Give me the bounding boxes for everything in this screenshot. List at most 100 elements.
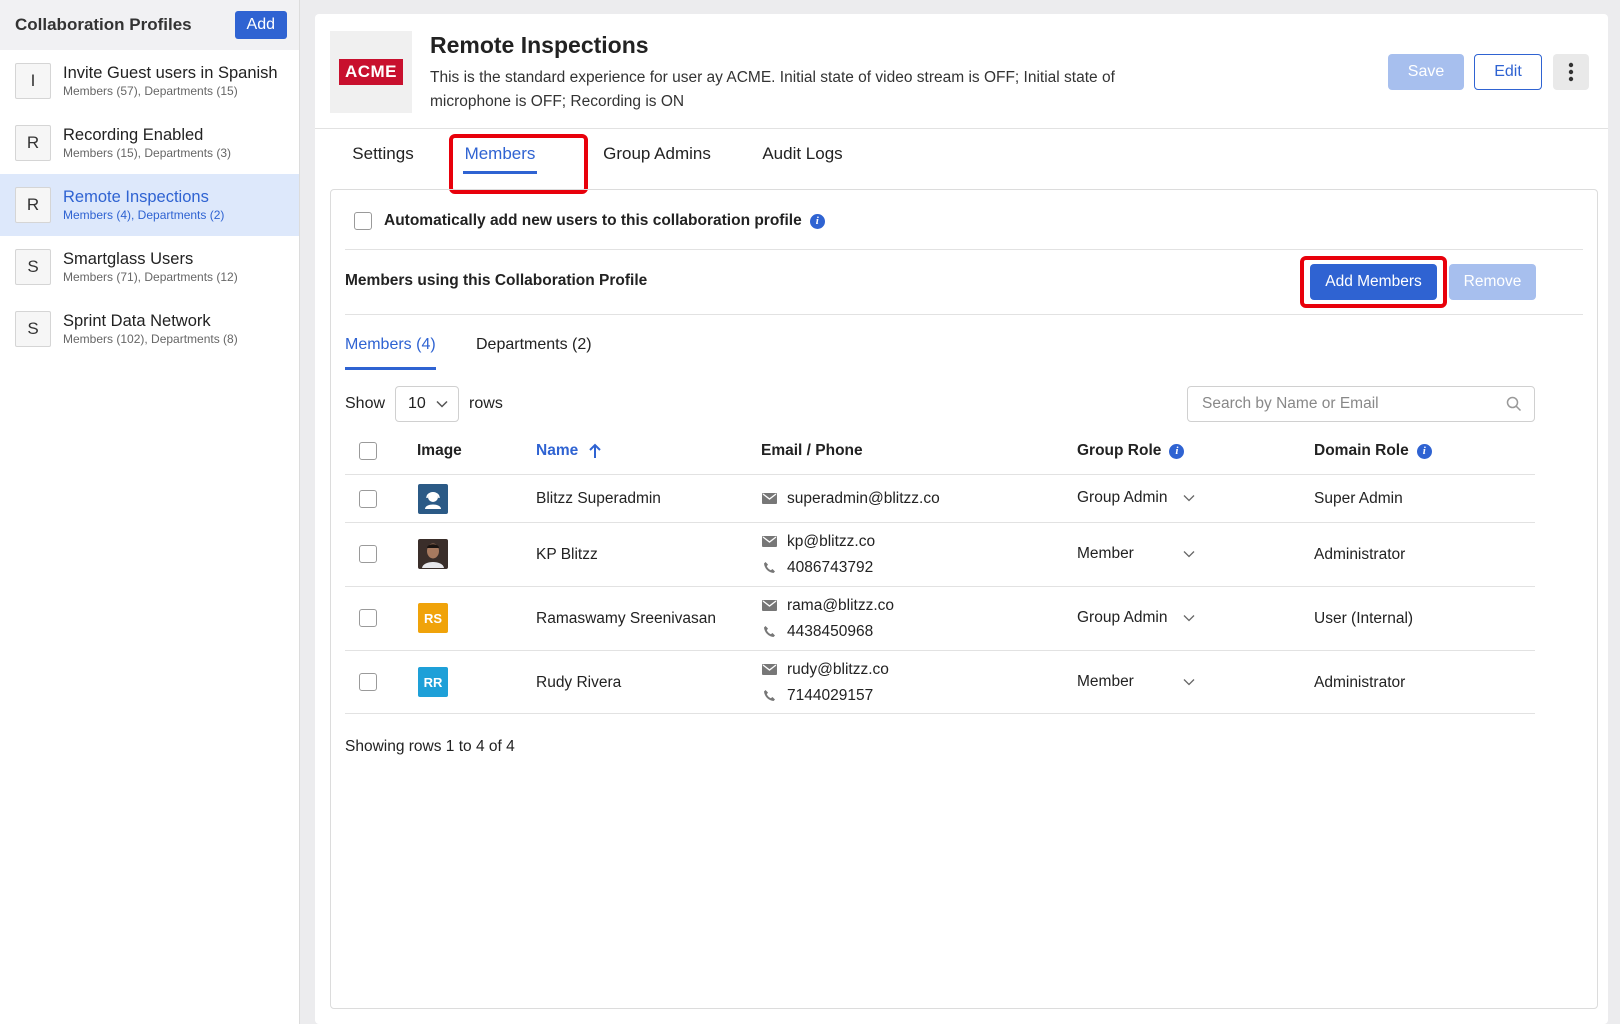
group-role-select[interactable]: Member — [1077, 673, 1195, 691]
domain-role: Super Admin — [1314, 489, 1403, 507]
members-panel: Automatically add new users to this coll… — [330, 189, 1598, 1009]
profile-name: Remote Inspections — [63, 188, 209, 206]
profile-counts: Members (71), Departments (12) — [63, 270, 238, 284]
sidebar-item-recording-enabled[interactable]: R Recording Enabled Members (15), Depart… — [0, 112, 299, 174]
sidebar-item-invite-guest[interactable]: I Invite Guest users in Spanish Members … — [0, 50, 299, 112]
member-phone: 4086743792 — [787, 558, 874, 576]
member-email: kp@blitzz.co — [787, 532, 876, 550]
select-all-header — [359, 428, 377, 474]
pagination-summary: Showing rows 1 to 4 of 4 — [345, 738, 515, 755]
chevron-down-icon — [1183, 551, 1195, 558]
profile-letter-badge: S — [15, 311, 51, 347]
group-role-value: Group Admin — [1077, 609, 1168, 626]
sidebar-header: Collaboration Profiles Add — [0, 0, 299, 50]
phone-icon — [761, 561, 777, 574]
profile-name: Sprint Data Network — [63, 312, 211, 330]
row-checkbox[interactable] — [359, 545, 377, 563]
row-checkbox[interactable] — [359, 673, 377, 691]
member-name: Blitzz Superadmin — [536, 489, 661, 507]
info-icon[interactable]: i — [809, 213, 825, 229]
group-role-select[interactable]: Group Admin — [1077, 609, 1195, 627]
profile-description: This is the standard experience for user… — [430, 69, 1115, 110]
tab-settings[interactable]: Settings — [348, 122, 418, 186]
chevron-down-icon — [436, 400, 448, 408]
profile-name: Recording Enabled — [63, 126, 204, 144]
auto-add-row: Automatically add new users to this coll… — [354, 212, 825, 230]
subtab-members-label: Members (4) — [345, 336, 436, 353]
rows-per-page-value: 10 — [408, 395, 426, 412]
info-icon[interactable]: i — [1169, 443, 1185, 459]
member-email: superadmin@blitzz.co — [787, 489, 940, 507]
search-box — [1187, 386, 1535, 422]
avatar: RS — [418, 603, 448, 633]
company-logo: ACME — [330, 31, 412, 113]
mail-icon — [761, 664, 777, 675]
sidebar-item-sprint-data-network[interactable]: S Sprint Data Network Members (102), Dep… — [0, 298, 299, 360]
rows-per-page-control: Show 10 rows — [345, 386, 503, 422]
column-header-name-label: Name — [536, 442, 579, 459]
sidebar-item-remote-inspections[interactable]: R Remote Inspections Members (4), Depart… — [0, 174, 299, 236]
row-checkbox[interactable] — [359, 609, 377, 627]
more-options-button[interactable] — [1553, 54, 1589, 90]
edit-button[interactable]: Edit — [1474, 54, 1542, 90]
save-button[interactable]: Save — [1388, 54, 1464, 90]
add-profile-button[interactable]: Add — [234, 11, 287, 39]
column-header-domain-role-label: Domain Role — [1314, 442, 1409, 459]
row-select — [359, 673, 377, 691]
column-header-group-role-label: Group Role — [1077, 442, 1162, 459]
search-input[interactable] — [1202, 395, 1492, 413]
profile-header: ACME Remote Inspections This is the stan… — [315, 14, 1608, 129]
phone-icon — [761, 689, 777, 702]
info-icon[interactable]: i — [1416, 443, 1432, 459]
kebab-menu-icon — [1568, 62, 1574, 82]
profile-counts: Members (4), Departments (2) — [63, 208, 225, 222]
table-row[interactable]: RR Rudy Rivera rudy@blitzz.co 7144029157… — [345, 650, 1535, 714]
group-role-select[interactable]: Member — [1077, 545, 1195, 563]
page-title: Remote Inspections — [430, 32, 649, 58]
phone-icon — [761, 625, 777, 638]
divider — [345, 249, 1583, 250]
member-email: rudy@blitzz.co — [787, 660, 889, 678]
profile-detail-card: ACME Remote Inspections This is the stan… — [315, 14, 1608, 1024]
member-email: rama@blitzz.co — [787, 596, 895, 614]
table-row[interactable]: RS Ramaswamy Sreenivasan rama@blitzz.co … — [345, 586, 1535, 650]
domain-role: Administrator — [1314, 545, 1406, 563]
group-role-select[interactable]: Group Admin — [1077, 489, 1195, 507]
select-all-checkbox[interactable] — [359, 442, 377, 460]
member-contact: rudy@blitzz.co 7144029157 — [761, 656, 889, 709]
show-label: Show — [345, 395, 386, 412]
subtab-members[interactable]: Members (4) — [345, 320, 436, 370]
profile-name: Smartglass Users — [63, 250, 194, 268]
chevron-down-icon — [1183, 679, 1195, 686]
group-role-value: Member — [1077, 673, 1134, 690]
rows-per-page-select[interactable]: 10 — [395, 386, 460, 422]
domain-role: User (Internal) — [1314, 609, 1414, 627]
group-role-value: Group Admin — [1077, 489, 1168, 506]
tab-group-admins[interactable]: Group Admins — [602, 122, 712, 186]
avatar: RR — [418, 667, 448, 697]
chevron-down-icon — [1183, 615, 1195, 622]
subtab-departments[interactable]: Departments (2) — [476, 320, 592, 370]
profile-letter-badge: I — [15, 63, 51, 99]
auto-add-checkbox[interactable] — [354, 212, 372, 230]
avatar — [418, 484, 448, 514]
sidebar-title: Collaboration Profiles — [15, 15, 192, 34]
tab-audit-logs[interactable]: Audit Logs — [760, 122, 845, 186]
search-icon[interactable] — [1506, 396, 1522, 412]
profile-counts: Members (15), Departments (3) — [63, 146, 232, 160]
auto-add-label: Automatically add new users to this coll… — [384, 212, 802, 229]
row-select — [359, 545, 377, 563]
active-subtab-indicator — [345, 367, 436, 370]
column-header-image: Image — [417, 442, 462, 459]
divider — [345, 314, 1583, 315]
remove-button[interactable]: Remove — [1449, 264, 1536, 300]
profile-counts: Members (102), Departments (8) — [63, 332, 238, 346]
table-row[interactable]: KP Blitzz kp@blitzz.co 4086743792 Member… — [345, 522, 1535, 586]
profiles-sidebar: Collaboration Profiles Add I Invite Gues… — [0, 0, 300, 1024]
table-row[interactable]: Blitzz Superadmin superadmin@blitzz.co G… — [345, 474, 1535, 522]
sidebar-item-smartglass-users[interactable]: S Smartglass Users Members (71), Departm… — [0, 236, 299, 298]
row-checkbox[interactable] — [359, 490, 377, 508]
column-header-name[interactable]: Name — [536, 428, 602, 474]
initials-avatar: RS — [418, 603, 448, 633]
support-agent-avatar-icon — [418, 484, 448, 514]
